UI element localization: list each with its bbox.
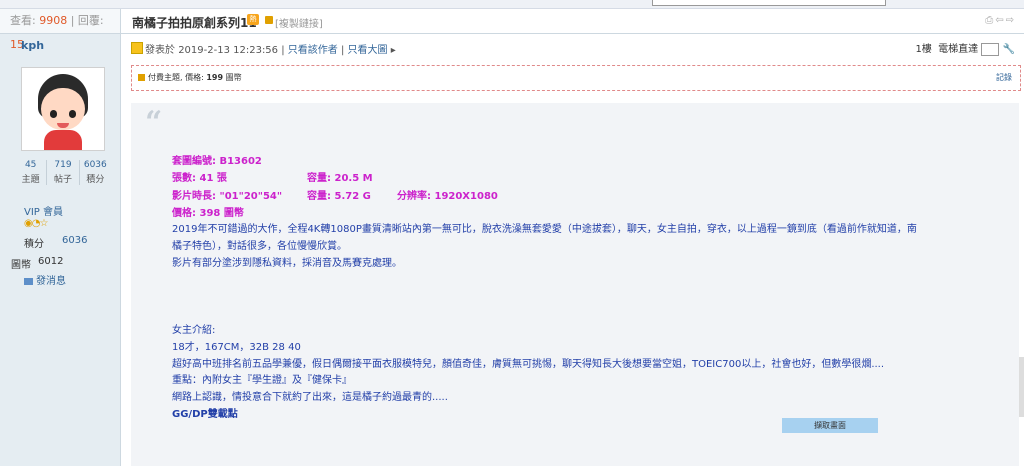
envelope-icon [24,277,33,285]
views-label: 查看: [10,14,36,27]
top-search-box[interactable] [652,0,886,6]
stat-separator: | [70,14,78,27]
thread-title-bar: 南橘子拍拍原創系列11 熱 [複製鏈接] ⎙⇦⇨ [121,9,1024,34]
views-count: 9908 [39,14,68,27]
only-big-image-link[interactable]: 只看大圖 [348,45,388,56]
arrow-right-icon: ▸ [390,45,396,56]
intro-description: 超好高中班排名前五品學兼優，假日偶爾接平面衣服模特兒，顏值奇佳，膚質無可挑惕，聊… [172,359,885,370]
copy-link[interactable]: [複製鏈接] [275,15,323,30]
floor-controls: 1樓 電梯直達 🔧 [915,40,1015,56]
net-line: 網路上認識，情投意合下就約了出來，這是橘子約過最青的..... [172,392,448,403]
avatar-eye-left [50,110,57,118]
coins-row: 圖幣 6012 [11,256,63,271]
post-time: 2019-2-13 12:23:56 [178,45,279,56]
author-sidebar: 查看: 9908 | 回覆: 15 kph 45 主題 719 帖子 6036 … [0,9,121,466]
only-author-link[interactable]: 只看該作者 [288,45,338,56]
credit-row: 積分 6036 [24,235,94,250]
credit-label: 積分 [24,239,44,250]
floor-label: 1樓 [915,44,932,55]
count-value: 45 [24,160,37,170]
coins-label: 圖幣 [11,260,31,271]
post-content: “ 套圖編號: B13602 張數: 41 張 容量: 20.5 M 影片時長:… [131,103,1019,466]
count-label: 積分 [86,175,105,185]
replies-label: 回覆: [77,14,104,27]
description-line-3: 影片有部分塗涉到隱私資料，採消音及馬賽克處理。 [172,258,402,269]
thread-stats: 查看: 9908 | 回覆: 15 [0,9,120,51]
lock-icon [265,16,273,24]
author-counts: 45 主題 719 帖子 6036 積分 [15,160,111,185]
elevator-input[interactable] [981,42,1000,56]
credit-value: 6036 [62,235,88,246]
photo-size: 容量: 20.5 M [307,173,373,184]
top-bar [0,0,1024,9]
intro-stats: 18才，167CM，32B 28 40 [172,342,301,353]
post-main: 南橘子拍拍原創系列11 熱 [複製鏈接] ⎙⇦⇨ 發表於 2019-2-13 1… [121,9,1024,466]
elevator-label: 電梯直達 [938,44,979,55]
intro-heading: 女主介紹: [172,325,216,336]
description-line-2: 橘子特色），對話很多，各位慢慢欣賞。 [172,241,347,252]
count-credits[interactable]: 6036 積分 [78,160,111,185]
paid-price: 199 [206,73,224,82]
count-topics[interactable]: 45 主題 [15,160,46,185]
paid-unit: 圖幣 [225,73,242,82]
count-posts[interactable]: 719 帖子 [46,160,78,185]
set-number: 套圖編號: B13602 [172,156,262,167]
paid-topic-text: 付費主題, 價格: 199 圖幣 [148,72,242,83]
vip-badge[interactable]: VIP 會員 [24,203,63,218]
hot-icon: 熱 [247,14,259,25]
post-prefix: 發表於 [145,45,175,56]
video-length: 影片時長: "01"20"54" [172,191,283,202]
count-value: 719 [54,160,72,170]
post-meta-text: 發表於 2019-2-13 12:23:56 | 只看該作者 | 只看大圖 ▸ [145,41,396,56]
count-label: 帖子 [53,175,72,185]
paid-topic-box: 付費主題, 價格: 199 圖幣 記錄 [131,65,1021,91]
avatar-body [44,130,82,150]
record-link[interactable]: 記錄 [996,72,1012,83]
thread-title: 南橘子拍拍原創系列11 [132,16,257,30]
count-value: 6036 [83,160,107,170]
post-meta: 發表於 2019-2-13 12:23:56 | 只看該作者 | 只看大圖 ▸ … [131,40,1019,56]
send-message-link[interactable]: 發消息 [24,272,66,287]
scrollbar[interactable] [1019,357,1024,417]
wrench-icon[interactable]: 🔧 [1003,44,1015,55]
count-label: 主題 [21,175,40,185]
online-status-icon [131,42,143,54]
quote-icon: “ [145,105,163,140]
video-size: 容量: 5.72 G [307,191,371,202]
photo-count: 張數: 41 張 [172,173,227,184]
focus-line: 重點：內附女主『學生證』及『健保卡』 [172,375,352,386]
avatar-eye-right [69,110,76,118]
lock-icon [138,74,145,81]
paid-prefix: 付費主題, 價格: [148,73,204,82]
description-line-1: 2019年不可錯過的大作，全程4K轉1080P畫質清晰站內第一無可比，脫衣洗澡無… [172,224,917,235]
price-line: 價格: 398 圖幣 [172,208,244,219]
video-resolution: 分辨率: 1920X1080 [397,191,498,202]
rank-stars-icon: ◉◔☆ [24,218,48,229]
avatar[interactable] [21,67,105,151]
download-links-label[interactable]: GG/DP雙載點 [172,405,238,420]
coins-value: 6012 [38,256,64,267]
title-tool-icons[interactable]: ⎙⇦⇨ [985,15,1016,26]
capture-screen-button[interactable]: 擷取畫面 [782,418,878,433]
send-message-label: 發消息 [36,276,66,287]
